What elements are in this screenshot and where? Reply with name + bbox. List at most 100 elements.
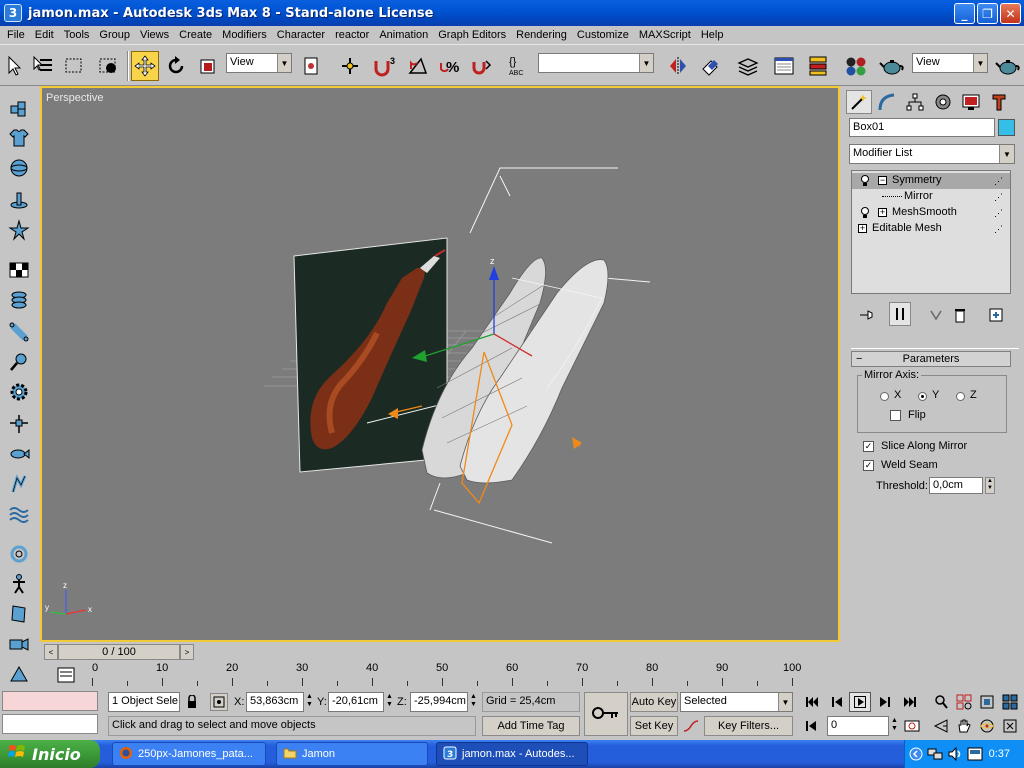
- stack-item-symmetry[interactable]: − Symmetry ⋰: [852, 173, 1010, 189]
- default-tangents-icon[interactable]: [680, 716, 702, 736]
- menu-group[interactable]: Group: [94, 29, 135, 41]
- flip-checkbox[interactable]: [890, 410, 901, 421]
- helper-icon[interactable]: [7, 412, 31, 436]
- menu-create[interactable]: Create: [174, 29, 217, 41]
- select-object-icon[interactable]: [1, 51, 29, 81]
- cloth-icon[interactable]: [7, 602, 31, 626]
- set-key-big-button[interactable]: [584, 692, 628, 736]
- select-and-move-icon[interactable]: [131, 51, 159, 81]
- next-frame-icon[interactable]: [873, 692, 895, 712]
- time-configuration-icon[interactable]: [901, 716, 923, 736]
- snaps-toggle-icon[interactable]: 3: [372, 51, 400, 81]
- taskbar-item-jamon-folder[interactable]: Jamon: [276, 742, 428, 766]
- bone-icon[interactable]: [7, 320, 31, 344]
- lightbulb-icon[interactable]: [860, 207, 870, 222]
- restore-button[interactable]: ❐: [977, 3, 998, 24]
- select-and-rotate-icon[interactable]: [162, 51, 190, 81]
- gear-icon[interactable]: [7, 380, 31, 404]
- menu-customize[interactable]: Customize: [572, 29, 634, 41]
- angle-snap-icon[interactable]: [404, 51, 432, 81]
- menu-modifiers[interactable]: Modifiers: [217, 29, 272, 41]
- object-color-swatch[interactable]: [998, 119, 1015, 136]
- tray-chevron-icon[interactable]: [909, 747, 923, 764]
- tube-primitive-icon[interactable]: [7, 288, 31, 312]
- key-mode-toggle-icon[interactable]: [801, 716, 823, 736]
- align-icon[interactable]: [696, 51, 724, 81]
- y-coordinate-input[interactable]: -20,61cm: [328, 692, 384, 712]
- make-unique-icon[interactable]: [925, 304, 947, 326]
- expand-icon[interactable]: +: [858, 224, 867, 233]
- time-slider-next-icon[interactable]: >: [180, 644, 194, 660]
- key-mode-dropdown[interactable]: Selected ▼: [680, 692, 793, 712]
- time-slider-thumb[interactable]: 0 / 100: [58, 644, 180, 660]
- show-end-result-icon[interactable]: [889, 302, 911, 326]
- schematic-view-icon[interactable]: [804, 51, 832, 81]
- menu-file[interactable]: File: [2, 29, 30, 41]
- pivot-center-icon[interactable]: [298, 51, 326, 81]
- key-filters-button[interactable]: Key Filters...: [704, 716, 793, 736]
- reference-coordinate-dropdown[interactable]: View ▼: [226, 53, 292, 73]
- zoom-extents-all-icon[interactable]: [999, 692, 1021, 712]
- start-button[interactable]: Inicio: [0, 740, 100, 768]
- create-tab-icon[interactable]: [846, 90, 872, 114]
- stack-item-editable-mesh[interactable]: + Editable Mesh ⋰: [852, 221, 1010, 237]
- go-to-end-icon[interactable]: [899, 692, 921, 712]
- knot-icon[interactable]: [7, 542, 31, 566]
- mirror-icon[interactable]: [664, 51, 692, 81]
- maxscript-listener-pink[interactable]: [2, 691, 98, 711]
- axis-z-radio[interactable]: [956, 392, 965, 401]
- modify-tab-icon[interactable]: [874, 90, 900, 114]
- taskbar-item-firefox[interactable]: 250px-Jamones_pata...: [112, 742, 266, 766]
- fish-icon[interactable]: [7, 442, 31, 466]
- pin-stack-icon[interactable]: [855, 304, 877, 326]
- star-shape-icon[interactable]: [7, 218, 31, 242]
- zoom-icon[interactable]: [930, 692, 952, 712]
- previous-frame-icon[interactable]: [827, 692, 849, 712]
- z-coordinate-input[interactable]: -25,994cm: [410, 692, 468, 712]
- biped-icon[interactable]: [7, 472, 31, 496]
- parameters-rollout-header[interactable]: − Parameters: [851, 351, 1011, 367]
- expand-icon[interactable]: +: [878, 208, 887, 217]
- symmetry-mesh[interactable]: [421, 257, 609, 484]
- stack-item-mirror[interactable]: Mirror ⋰: [852, 189, 1010, 205]
- auto-key-button[interactable]: Auto Key: [630, 692, 678, 712]
- track-bar[interactable]: 0 10 20 30 40 50 60 70 80 90 100: [40, 662, 840, 690]
- x-spinner[interactable]: ▲ ▼: [306, 693, 313, 709]
- window-crossing-icon[interactable]: [94, 51, 122, 81]
- menu-rendering[interactable]: Rendering: [511, 29, 572, 41]
- magnifier-icon[interactable]: [7, 350, 31, 374]
- wave-icon[interactable]: [7, 502, 31, 526]
- maximize-viewport-icon[interactable]: [999, 716, 1021, 736]
- character-icon[interactable]: [7, 572, 31, 596]
- volume-icon[interactable]: [947, 746, 963, 765]
- zoom-extents-icon[interactable]: [976, 692, 998, 712]
- threshold-spinner[interactable]: ▲ ▼: [985, 477, 995, 494]
- curve-editor-icon[interactable]: [770, 51, 798, 81]
- tray-app-icon[interactable]: [967, 746, 983, 765]
- collapse-icon[interactable]: −: [878, 176, 887, 185]
- current-frame-input[interactable]: 0: [827, 716, 889, 736]
- z-spinner[interactable]: ▲ ▼: [470, 693, 477, 709]
- y-spinner[interactable]: ▲ ▼: [386, 693, 393, 709]
- open-mini-curve-editor-icon[interactable]: [46, 664, 86, 686]
- stack-item-meshsmooth[interactable]: + MeshSmooth ⋰: [852, 205, 1010, 221]
- plane-primitive-icon[interactable]: [7, 188, 31, 212]
- maxscript-listener-white[interactable]: [2, 714, 98, 734]
- render-type-dropdown[interactable]: View ▼: [912, 53, 988, 73]
- weld-seam-checkbox[interactable]: ✓: [863, 460, 874, 471]
- light-icon[interactable]: [7, 662, 31, 686]
- arc-rotate-icon[interactable]: [976, 716, 998, 736]
- select-by-name-icon[interactable]: [29, 51, 57, 81]
- menu-graph-editors[interactable]: Graph Editors: [433, 29, 511, 41]
- menu-maxscript[interactable]: MAXScript: [634, 29, 696, 41]
- named-selection-set-dropdown[interactable]: ▼: [538, 53, 654, 73]
- axis-y-radio[interactable]: [918, 392, 927, 401]
- field-of-view-icon[interactable]: [930, 716, 952, 736]
- minimize-button[interactable]: _: [954, 3, 975, 24]
- quick-render-teapot-icon[interactable]: [994, 51, 1022, 81]
- shirt-icon[interactable]: [7, 126, 31, 150]
- menu-reactor[interactable]: reactor: [330, 29, 374, 41]
- checker-pattern-icon[interactable]: [7, 258, 31, 282]
- frame-spinner[interactable]: ▲ ▼: [891, 717, 898, 733]
- pan-hand-icon[interactable]: [953, 716, 975, 736]
